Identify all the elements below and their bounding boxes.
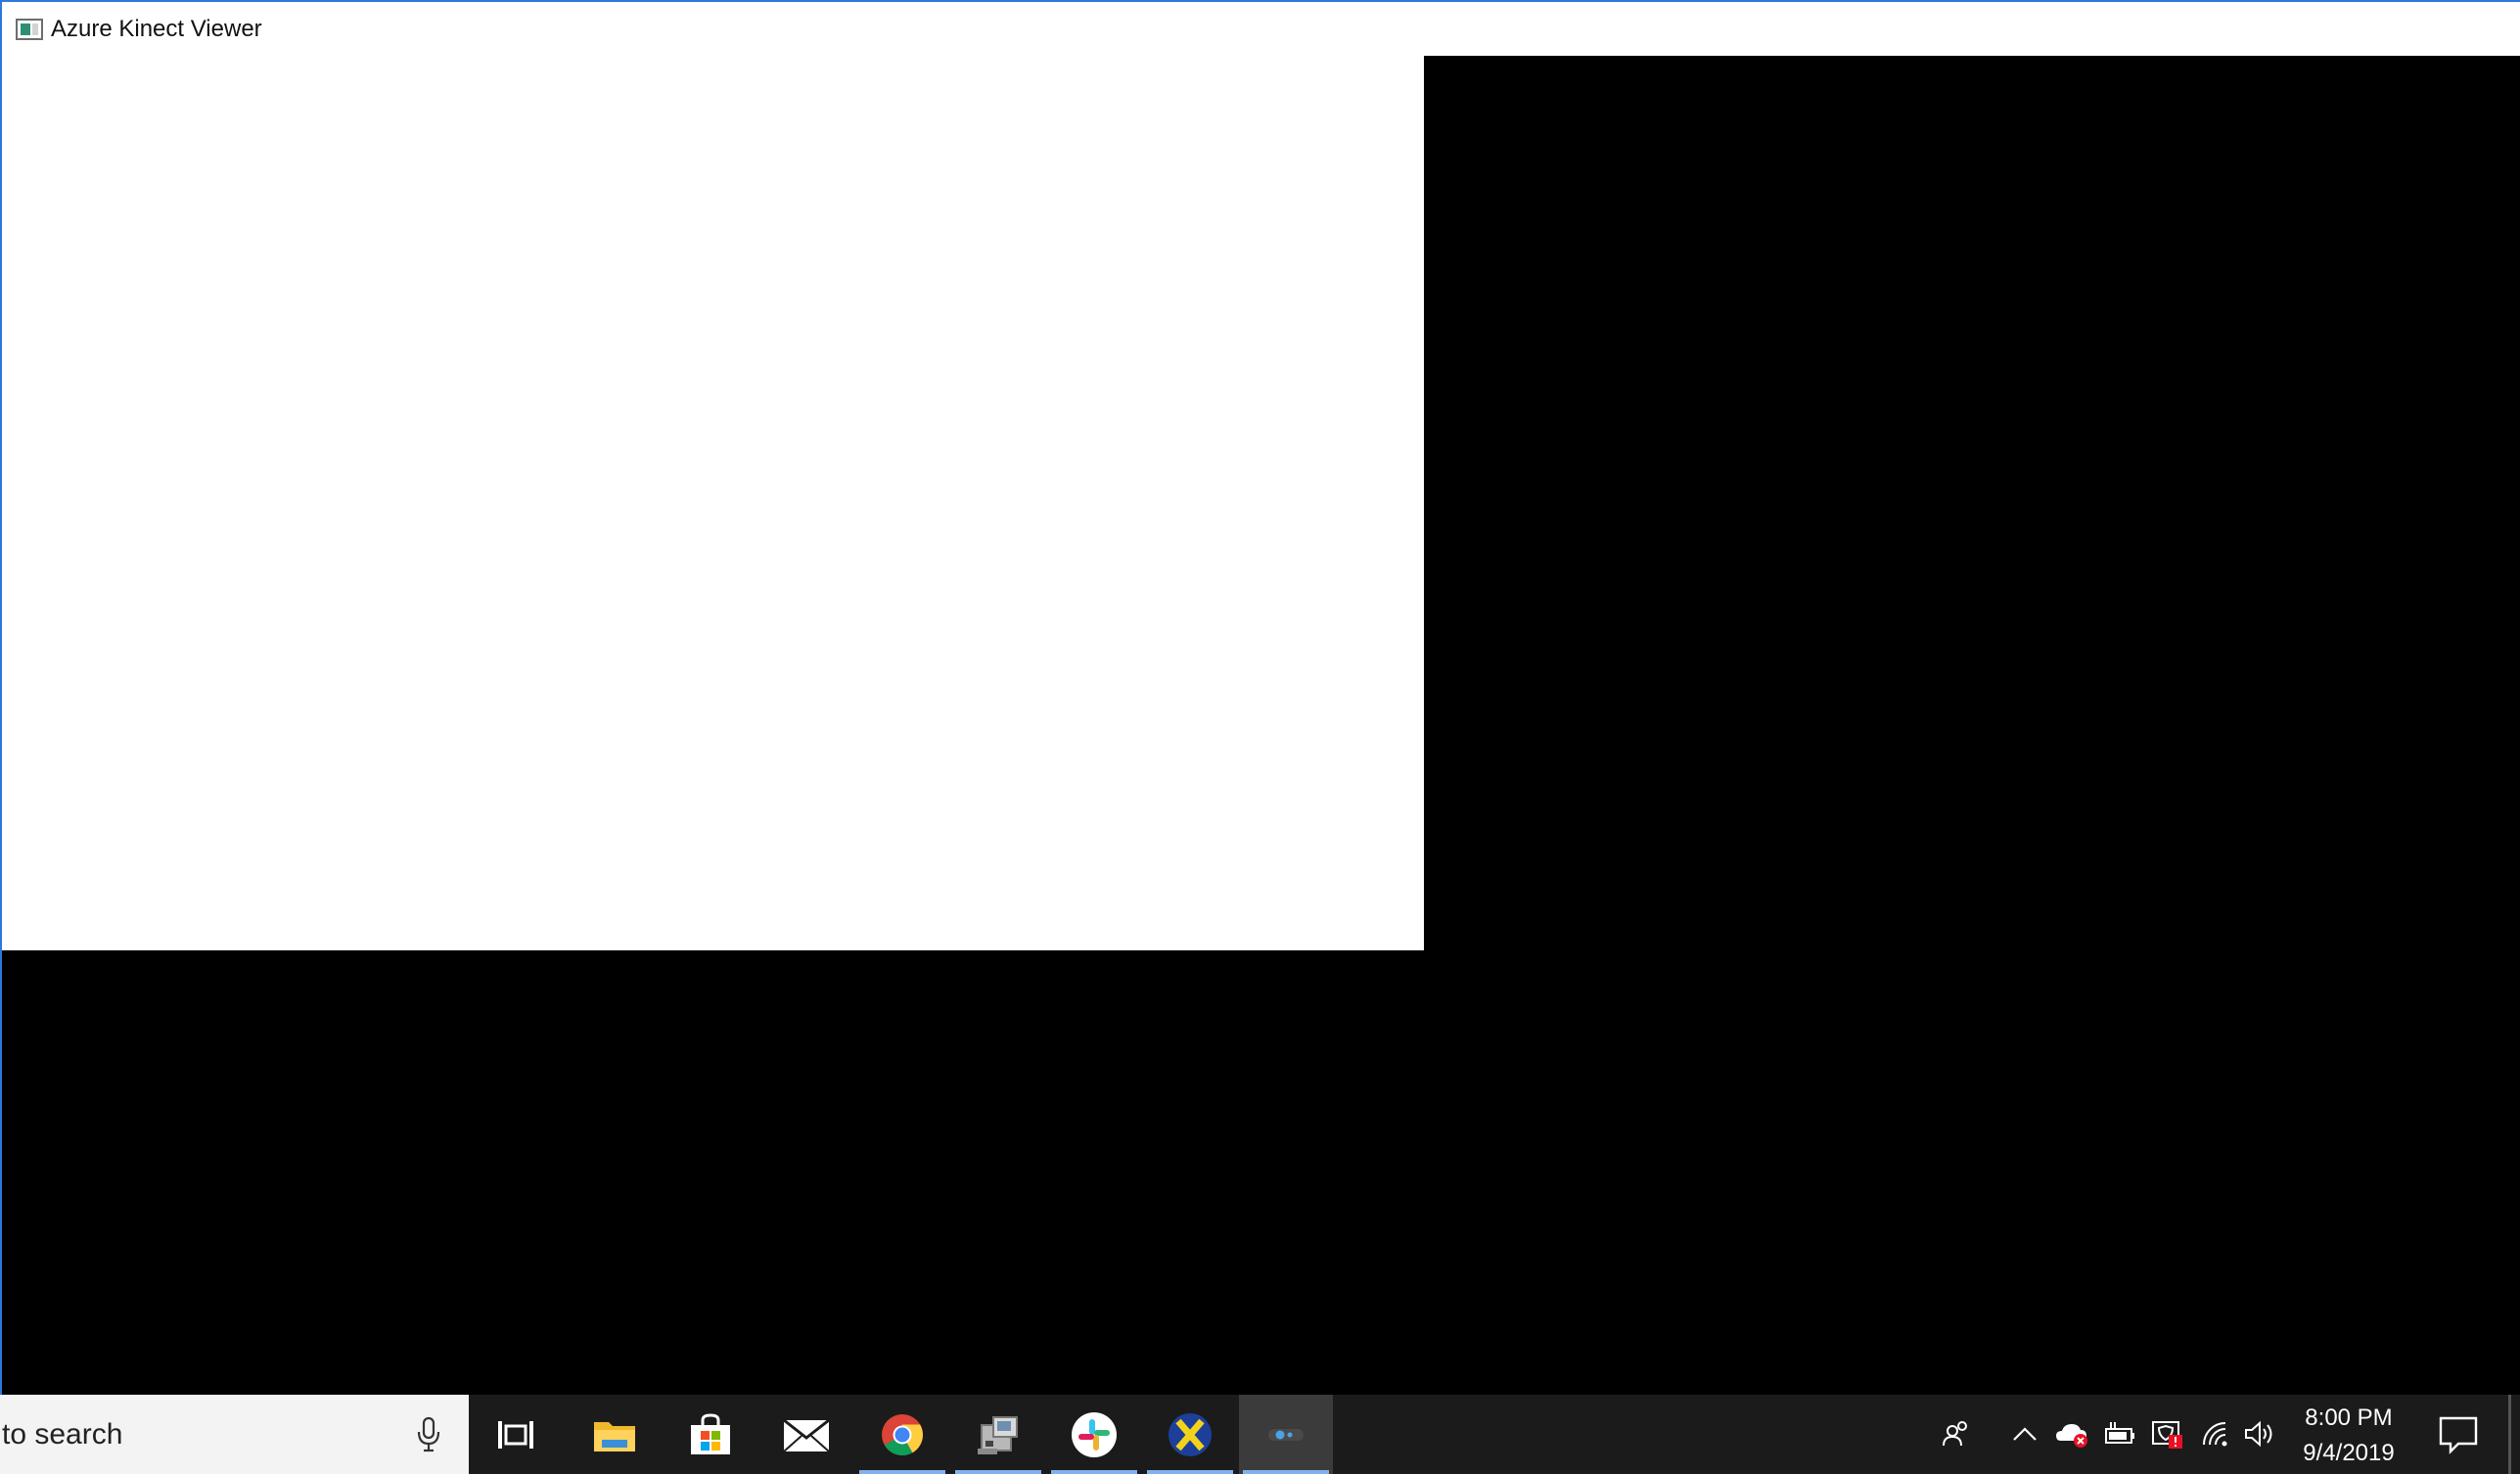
running-indicator (955, 1470, 1041, 1474)
security-tray-button[interactable] (2147, 1414, 2186, 1453)
volume-tray-button[interactable] (2240, 1414, 2279, 1453)
show-desktop-button[interactable] (2508, 1395, 2511, 1474)
microphone-icon[interactable] (415, 1414, 442, 1453)
people-icon (1943, 1421, 1967, 1447)
chevron-up-icon (2013, 1427, 2037, 1441)
action-center-icon[interactable] (2437, 1412, 2480, 1455)
onedrive-tray-button[interactable] (2053, 1414, 2092, 1453)
viewer-canvas-panel (2, 56, 1424, 950)
clock-date[interactable]: 9/4/2019 (2280, 1440, 2417, 1467)
device-manager-icon (978, 1415, 1018, 1454)
azure-kinect-viewer-app-icon[interactable] (16, 19, 43, 40)
search-box[interactable]: to search (0, 1395, 469, 1474)
running-indicator (1051, 1470, 1137, 1474)
onedrive-error-icon (2056, 1424, 2087, 1448)
window-title: Azure Kinect Viewer (51, 16, 262, 42)
file-explorer-button[interactable] (568, 1395, 662, 1474)
microsoft-store-icon (691, 1412, 730, 1454)
people-button[interactable] (1937, 1414, 1976, 1453)
mail-icon (783, 1418, 830, 1452)
file-explorer-icon (594, 1421, 635, 1451)
task-view-icon (498, 1420, 533, 1449)
search-placeholder: to search (2, 1418, 123, 1451)
xming-button[interactable] (1143, 1395, 1237, 1474)
running-indicator (1147, 1470, 1233, 1474)
network-tray-button[interactable] (2196, 1414, 2235, 1453)
azure-kinect-viewer-taskbar-button[interactable] (1239, 1395, 1333, 1474)
running-indicator (859, 1470, 945, 1474)
slack-button[interactable] (1047, 1395, 1141, 1474)
chrome-button[interactable] (855, 1395, 949, 1474)
wifi-icon (2203, 1422, 2227, 1447)
azure-kinect-viewer-window: Azure Kinect Viewer (0, 0, 2520, 1395)
mail-button[interactable] (759, 1395, 853, 1474)
battery-icon (2105, 1422, 2134, 1444)
xming-x-icon (1168, 1412, 1212, 1456)
chrome-icon (882, 1413, 923, 1455)
slack-icon (1072, 1411, 1117, 1457)
taskbar: to search 8:00 PM 9/4/2019 (0, 1395, 2520, 1474)
azure-kinect-viewer-taskbar-icon (1268, 1428, 1304, 1441)
device-manager-button[interactable] (951, 1395, 1045, 1474)
clock-time[interactable]: 8:00 PM (2280, 1405, 2417, 1432)
task-view-button[interactable] (469, 1395, 563, 1474)
show-hidden-icons-button[interactable] (2005, 1414, 2044, 1453)
power-tray-button[interactable] (2100, 1414, 2139, 1453)
running-indicator (1243, 1470, 1329, 1474)
security-alert-icon (2152, 1421, 2182, 1449)
title-bar[interactable]: Azure Kinect Viewer (0, 0, 2520, 56)
microsoft-store-button[interactable] (664, 1395, 757, 1474)
volume-icon (2245, 1420, 2272, 1448)
